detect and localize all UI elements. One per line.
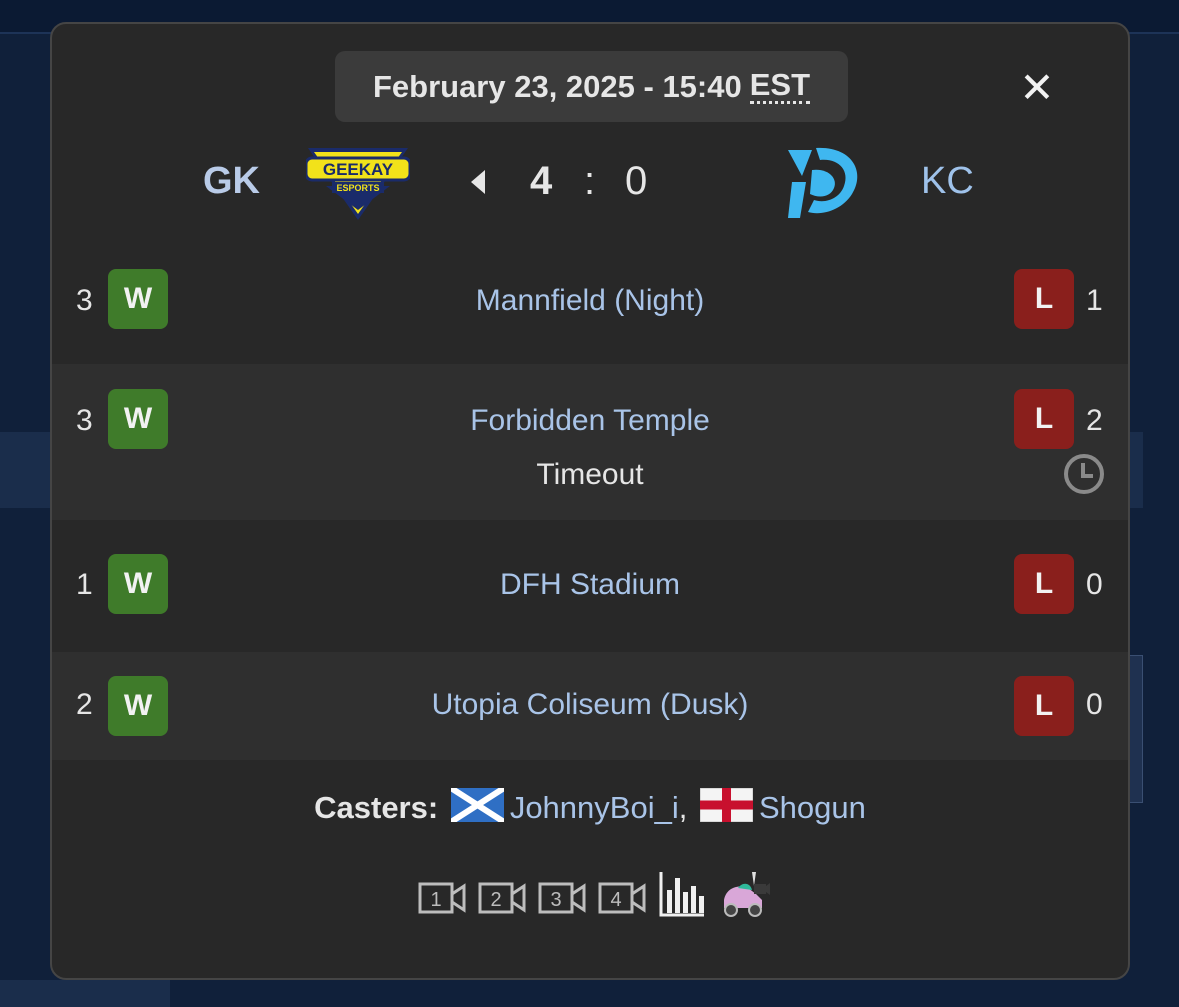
background-panel — [0, 432, 50, 508]
casters-line: Casters: JohnnyBoi_i, Shogun — [52, 788, 1128, 826]
map-name[interactable]: DFH Stadium — [52, 568, 1128, 602]
bar-chart-icon[interactable] — [658, 870, 706, 918]
match-date: February 23, 2025 - 15:40 — [372, 68, 742, 104]
caster-separator: , — [678, 790, 688, 825]
game-note: Timeout — [536, 458, 644, 491]
series-score-team-b: 0 — [625, 159, 648, 203]
casters-label: Casters: — [314, 790, 439, 825]
vod-game-1-icon[interactable]: 1 — [418, 878, 466, 918]
match-date-pill: February 23, 2025 - 15:40 EST — [335, 51, 848, 122]
map-name[interactable]: Utopia Coliseum (Dusk) — [52, 688, 1128, 722]
score-separator: : — [584, 159, 596, 203]
winner-arrow-icon — [471, 170, 485, 194]
loss-badge: L — [1014, 554, 1074, 614]
clock-icon — [1064, 454, 1104, 494]
timezone-abbr[interactable]: EST — [749, 68, 811, 105]
vod-number: 1 — [430, 889, 441, 911]
game-score-team-b: 2 — [1086, 404, 1103, 437]
match-details-modal: February 23, 2025 - 15:40 EST ✕ GK GEEKA… — [50, 22, 1130, 980]
game-score-team-b: 0 — [1086, 568, 1103, 601]
game-row-1[interactable]: 3 W Mannfield (Night) L 1 — [52, 244, 1128, 364]
game-row-4[interactable]: 2 W Utopia Coliseum (Dusk) L 0 — [52, 652, 1128, 760]
loss-badge: L — [1014, 676, 1074, 736]
map-name[interactable]: Forbidden Temple — [52, 404, 1128, 438]
caster-name-link[interactable]: JohnnyBoi_i — [510, 790, 679, 825]
england-flag-icon — [699, 788, 753, 822]
karmine-corp-logo[interactable] — [782, 142, 866, 224]
geekay-logo-subtext: ESPORTS — [336, 183, 379, 193]
vod-number: 3 — [550, 889, 561, 911]
scotland-flag-icon — [450, 788, 504, 822]
caster-name-link[interactable]: Shogun — [759, 790, 866, 825]
vod-number: 4 — [610, 889, 621, 911]
loss-badge: L — [1014, 389, 1074, 449]
game-row-3[interactable]: 1 W DFH Stadium L 0 — [52, 520, 1128, 652]
vod-number: 2 — [490, 889, 501, 911]
vod-game-2-icon[interactable]: 2 — [478, 878, 526, 918]
background-panel — [1128, 432, 1143, 508]
loss-badge: L — [1014, 269, 1074, 329]
map-name[interactable]: Mannfield (Night) — [52, 284, 1128, 318]
close-icon: ✕ — [1019, 63, 1055, 111]
geekay-logo-text: GEEKAY — [323, 160, 394, 179]
close-button[interactable]: ✕ — [1012, 62, 1062, 112]
series-score-team-a: 4 — [530, 159, 553, 203]
vod-game-4-icon[interactable]: 4 — [598, 878, 646, 918]
geekay-esports-logo[interactable]: GEEKAY ESPORTS — [306, 144, 410, 222]
background-panel — [1128, 655, 1143, 803]
media-links: 1 2 3 4 — [418, 870, 770, 918]
background-panel — [0, 980, 170, 1007]
game-score-team-b: 1 — [1086, 284, 1103, 317]
car-camera-icon[interactable] — [718, 870, 770, 918]
vod-game-3-icon[interactable]: 3 — [538, 878, 586, 918]
game-score-team-b: 0 — [1086, 688, 1103, 721]
game-row-2[interactable]: 3 W Forbidden Temple Timeout L 2 — [52, 364, 1128, 520]
team-a-abbr[interactable]: GK — [203, 160, 260, 203]
team-b-abbr[interactable]: KC — [921, 160, 974, 203]
